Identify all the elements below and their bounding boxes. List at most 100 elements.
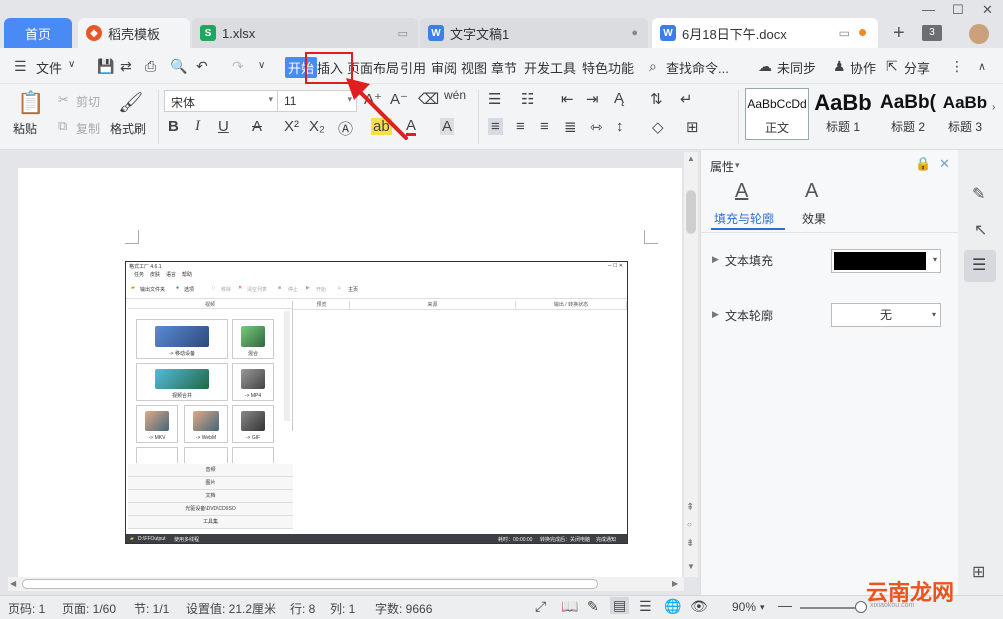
status-setting[interactable]: 设置值: 21.2厘米 (186, 600, 276, 617)
edit-mode-icon[interactable]: ✎ (587, 598, 599, 615)
new-tab-icon[interactable]: + (893, 22, 905, 45)
strikethrough-icon[interactable]: A (252, 118, 262, 135)
status-section[interactable]: 节: 1/1 (134, 600, 169, 617)
tab-view[interactable]: 视图 (461, 58, 487, 77)
zoom-slider-track[interactable] (800, 607, 862, 609)
sync-status[interactable]: 未同步 (777, 58, 816, 77)
text-fill-icon[interactable]: A (735, 180, 748, 203)
panel-title[interactable]: 属性 (710, 158, 734, 175)
style-heading-1[interactable]: AaBb 标题 1 (811, 88, 875, 140)
tab-active-doc[interactable]: W 6月18日下午.docx ▭ (652, 18, 878, 48)
style-heading-2[interactable]: AaBb( 标题 2 (877, 88, 939, 140)
scroll-thumb[interactable] (686, 190, 696, 234)
prev-page-icon[interactable]: ⇞ (686, 502, 694, 513)
vertical-scrollbar[interactable]: ▲ ⇞ ○ ⇟ ▼ (684, 152, 698, 577)
format-painter-icon[interactable]: 🖌 (118, 90, 143, 115)
more-icon[interactable]: ⋮ (950, 58, 964, 75)
paste-icon[interactable]: 📋 (17, 90, 44, 116)
fullscreen-icon[interactable]: ⤢ (535, 598, 546, 615)
outline-view-icon[interactable]: ☰ (639, 598, 652, 615)
superscript-icon[interactable]: X² (284, 118, 299, 135)
monitor-icon[interactable]: ▭ (398, 27, 408, 40)
properties-toggle[interactable]: ☰ (964, 250, 996, 282)
zoom-out-icon[interactable]: — (778, 597, 792, 613)
scroll-thumb[interactable] (22, 579, 598, 589)
status-pages[interactable]: 页面: 1/60 (62, 600, 116, 617)
shading-icon[interactable]: ◇ (652, 118, 664, 136)
tab-effect[interactable]: 效果 (802, 210, 826, 227)
tab-home[interactable]: 首页 (4, 18, 72, 48)
sort-icon[interactable]: ⇅ (650, 90, 663, 108)
maximize-icon[interactable]: ☐ (952, 2, 964, 18)
scroll-left-icon[interactable]: ◀ (10, 579, 16, 588)
line-spacing-icon[interactable]: ↕ (616, 118, 624, 135)
share-button[interactable]: 分享 (904, 58, 930, 77)
justify-icon[interactable]: ≣ (564, 118, 577, 136)
expand-icon[interactable]: ▶ (712, 309, 719, 320)
border-icon[interactable]: ⊞ (686, 118, 699, 136)
char-shading-icon[interactable]: A (440, 118, 455, 135)
font-name-select[interactable]: 宋体 ▾ (164, 90, 278, 112)
distribute-icon[interactable]: ⇿ (590, 118, 603, 136)
status-words[interactable]: 字数: 9666 (375, 600, 432, 617)
tab-dev-tools[interactable]: 开发工具 (524, 58, 576, 77)
text-fill-color-picker[interactable]: ▾ (831, 249, 941, 273)
chevron-down-icon[interactable]: ▾ (760, 602, 765, 613)
scroll-up-icon[interactable]: ▲ (687, 154, 695, 163)
select-browse-icon[interactable]: ○ (687, 520, 692, 529)
cut-button[interactable]: 剪切 (76, 93, 100, 110)
phonetic-icon[interactable]: wén (444, 88, 466, 102)
cursor-icon[interactable]: ↖ (974, 220, 987, 240)
grid-apps-icon[interactable]: ⊞ (972, 562, 985, 582)
undo-icon[interactable]: ↶ (196, 58, 208, 75)
paste-button[interactable]: 粘贴 (13, 120, 37, 137)
tab-count-badge[interactable]: 3 (922, 25, 942, 41)
print-icon[interactable]: ⎙ (145, 58, 156, 75)
subscript-icon[interactable]: X₂ (309, 118, 325, 135)
eye-protect-icon[interactable]: 👁 (690, 598, 708, 615)
align-right-icon[interactable]: ≡ (540, 118, 549, 135)
italic-icon[interactable]: I (195, 118, 200, 135)
text-effect-icon[interactable]: A (805, 180, 818, 203)
status-page-number[interactable]: 页码: 1 (8, 600, 45, 617)
tab-xlsx[interactable]: S 1.xlsx ▭ (192, 18, 418, 48)
chinese-layout-icon[interactable]: Ą (614, 90, 624, 107)
minimize-icon[interactable]: — (922, 2, 935, 17)
style-normal[interactable]: AaBbCcDd 正文 (745, 88, 809, 140)
bullet-list-icon[interactable]: ☰ (488, 90, 501, 108)
file-menu[interactable]: 文件 (36, 58, 62, 77)
monitor-icon[interactable]: ▭ (839, 26, 850, 40)
numbered-list-icon[interactable]: ☷ (521, 90, 534, 108)
save-icon[interactable]: 💾 (97, 58, 114, 75)
tab-features[interactable]: 特色功能 (582, 58, 634, 77)
style-heading-3[interactable]: AaBb 标题 3 (941, 88, 989, 140)
collab-button[interactable]: 协作 (850, 58, 876, 77)
tab-fill-outline[interactable]: 填充与轮廓 (714, 210, 774, 227)
web-view-icon[interactable]: 🌐 (664, 598, 681, 615)
scroll-down-icon[interactable]: ▼ (687, 562, 695, 571)
next-page-icon[interactable]: ⇟ (686, 538, 694, 549)
customize-icon[interactable]: ∨ (258, 60, 265, 71)
bold-icon[interactable]: B (168, 118, 179, 135)
decrease-indent-icon[interactable]: ⇤ (561, 90, 574, 108)
export-icon[interactable]: ⇄ (120, 58, 132, 75)
hamburger-icon[interactable]: ☰ (14, 58, 27, 75)
scroll-right-icon[interactable]: ▶ (672, 579, 678, 588)
page-view-icon[interactable]: ▤ (610, 597, 630, 614)
text-outline-label[interactable]: 文本轮廓 (725, 307, 773, 324)
close-icon[interactable]: ✕ (982, 2, 993, 18)
tab-review[interactable]: 审阅 (431, 58, 457, 77)
chevron-right-icon[interactable]: › (992, 102, 995, 113)
show-marks-icon[interactable]: ↵ (680, 90, 693, 108)
search-command[interactable]: 查找命令... (666, 58, 729, 77)
format-painter-button[interactable]: 格式刷 (110, 120, 146, 137)
text-outline-select[interactable]: 无 ▾ (831, 303, 941, 327)
align-center-icon[interactable]: ≡ (516, 118, 525, 135)
close-icon[interactable]: ✕ (939, 156, 950, 172)
tab-doc1[interactable]: W 文字文稿1 ● (420, 18, 648, 48)
copy-button[interactable]: 复制 (76, 120, 100, 137)
avatar[interactable] (969, 24, 989, 44)
tab-docer[interactable]: ◆ 稻壳模板 (78, 18, 190, 48)
collapse-ribbon-icon[interactable]: ∧ (978, 60, 986, 73)
increase-indent-icon[interactable]: ⇥ (586, 90, 599, 108)
